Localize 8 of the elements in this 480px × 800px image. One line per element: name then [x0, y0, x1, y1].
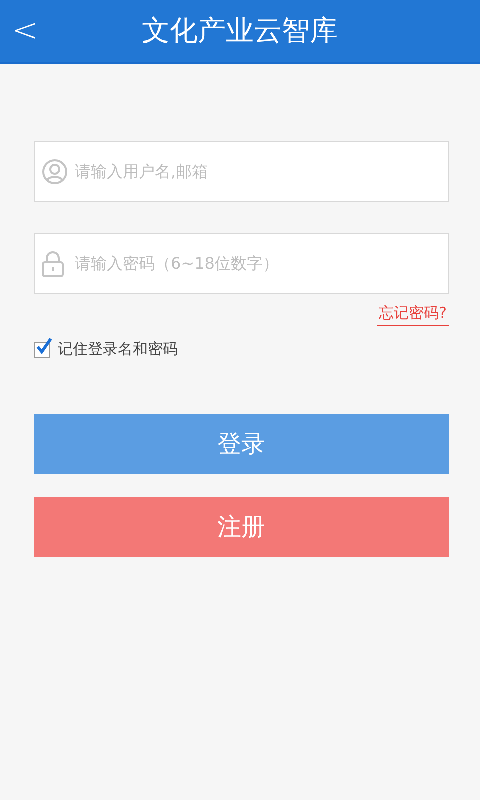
- input-field[interactable]: 请输入密码（6~18位数字）: [34, 233, 449, 294]
- page-title: 文化产业云智库: [142, 13, 338, 49]
- forgot-password-link[interactable]: 忘记密码?: [377, 304, 449, 326]
- remember-label: 记住登录名和密码: [58, 340, 178, 359]
- input-field[interactable]: 请输入用户名,邮箱: [34, 141, 449, 202]
- action-button[interactable]: 登录: [34, 414, 449, 474]
- action-button[interactable]: 注册: [34, 497, 449, 557]
- back-button[interactable]: <: [12, 12, 39, 48]
